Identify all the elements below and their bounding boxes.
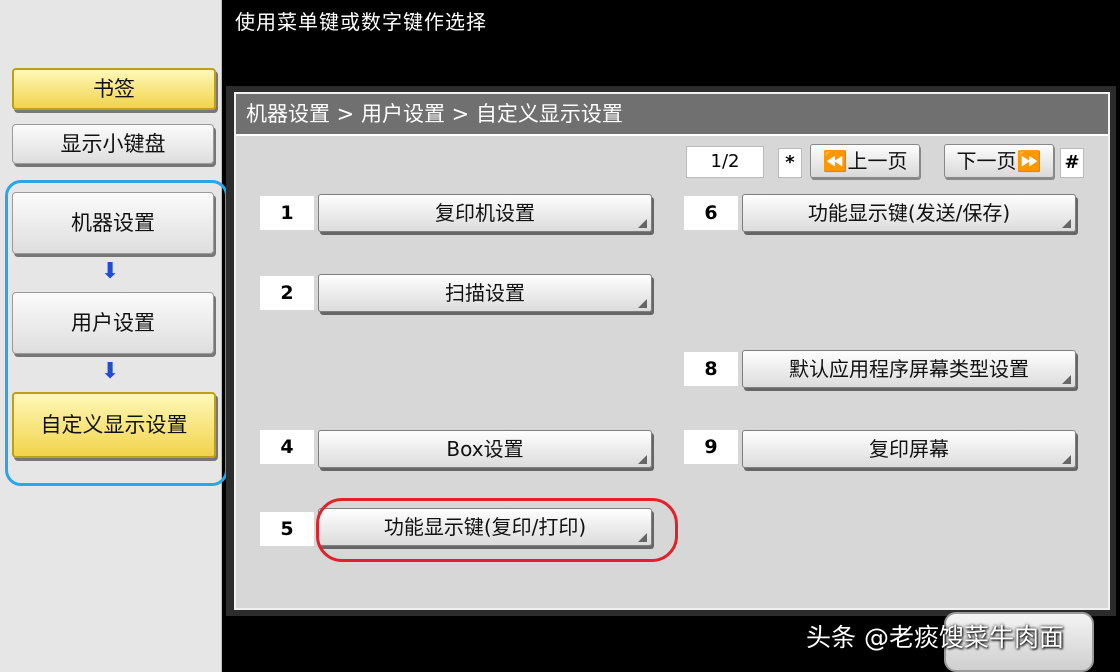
flow-user-settings-button[interactable]: 用户设置 (12, 292, 214, 354)
menu-number-5: 5 (260, 512, 314, 546)
settings-panel: 机器设置 > 用户设置 > 自定义显示设置 1/2 * ⏪上一页 下一页⏩ # … (226, 86, 1116, 616)
copy-screen-button[interactable]: 复印屏幕 (742, 430, 1076, 468)
menu-label: 默认应用程序屏幕类型设置 (789, 357, 1029, 381)
menu-number-9: 9 (684, 430, 738, 464)
page-indicator: 1/2 (686, 146, 764, 178)
left-sidebar: 书签 显示小键盘 机器设置 ⬇ 用户设置 ⬇ 自定义显示设置 (0, 0, 228, 672)
menu-label: 复印机设置 (435, 201, 535, 225)
menu-number-8: 8 (684, 352, 738, 386)
function-key-send-save-button[interactable]: 功能显示键(发送/保存) (742, 194, 1076, 232)
panel-content: 机器设置 > 用户设置 > 自定义显示设置 1/2 * ⏪上一页 下一页⏩ # … (234, 92, 1110, 610)
prev-page-button[interactable]: ⏪上一页 (810, 144, 920, 178)
menu-number-6: 6 (684, 196, 738, 230)
flow-custom-display-settings-button[interactable]: 自定义显示设置 (12, 392, 216, 458)
menu-number-4: 4 (260, 430, 314, 464)
menu-number-2: 2 (260, 276, 314, 310)
corner-marker-icon (638, 299, 647, 308)
down-arrow-icon: ⬇ (101, 359, 120, 384)
corner-marker-icon (638, 455, 647, 464)
corner-marker-icon (1062, 219, 1071, 228)
breadcrumb: 机器设置 > 用户设置 > 自定义显示设置 (236, 94, 1108, 136)
bookmark-button[interactable]: 书签 (12, 68, 216, 110)
menu-label: 扫描设置 (445, 281, 525, 305)
watermark-text: 头条 @老痰馊菜牛肉面 (806, 623, 1064, 652)
menu-label: Box设置 (446, 437, 524, 461)
instruction-text: 使用菜单键或数字键作选择 (235, 10, 487, 34)
next-page-button[interactable]: 下一页⏩ (944, 144, 1054, 178)
corner-marker-icon (1062, 455, 1071, 464)
scan-settings-button[interactable]: 扫描设置 (318, 274, 652, 312)
show-keypad-button[interactable]: 显示小键盘 (12, 124, 214, 164)
default-app-screen-type-button[interactable]: 默认应用程序屏幕类型设置 (742, 350, 1076, 388)
menu-label: 复印屏幕 (869, 437, 949, 461)
highlight-circle (316, 498, 678, 562)
flow-machine-settings-button[interactable]: 机器设置 (12, 192, 214, 254)
box-settings-button[interactable]: Box设置 (318, 430, 652, 468)
prev-key-label: * (778, 148, 802, 178)
corner-marker-icon (638, 219, 647, 228)
menu-number-1: 1 (260, 196, 314, 230)
down-arrow-icon: ⬇ (101, 259, 120, 284)
next-key-label: # (1060, 148, 1084, 178)
corner-marker-icon (1062, 375, 1071, 384)
menu-label: 功能显示键(发送/保存) (807, 201, 1011, 225)
copier-settings-button[interactable]: 复印机设置 (318, 194, 652, 232)
